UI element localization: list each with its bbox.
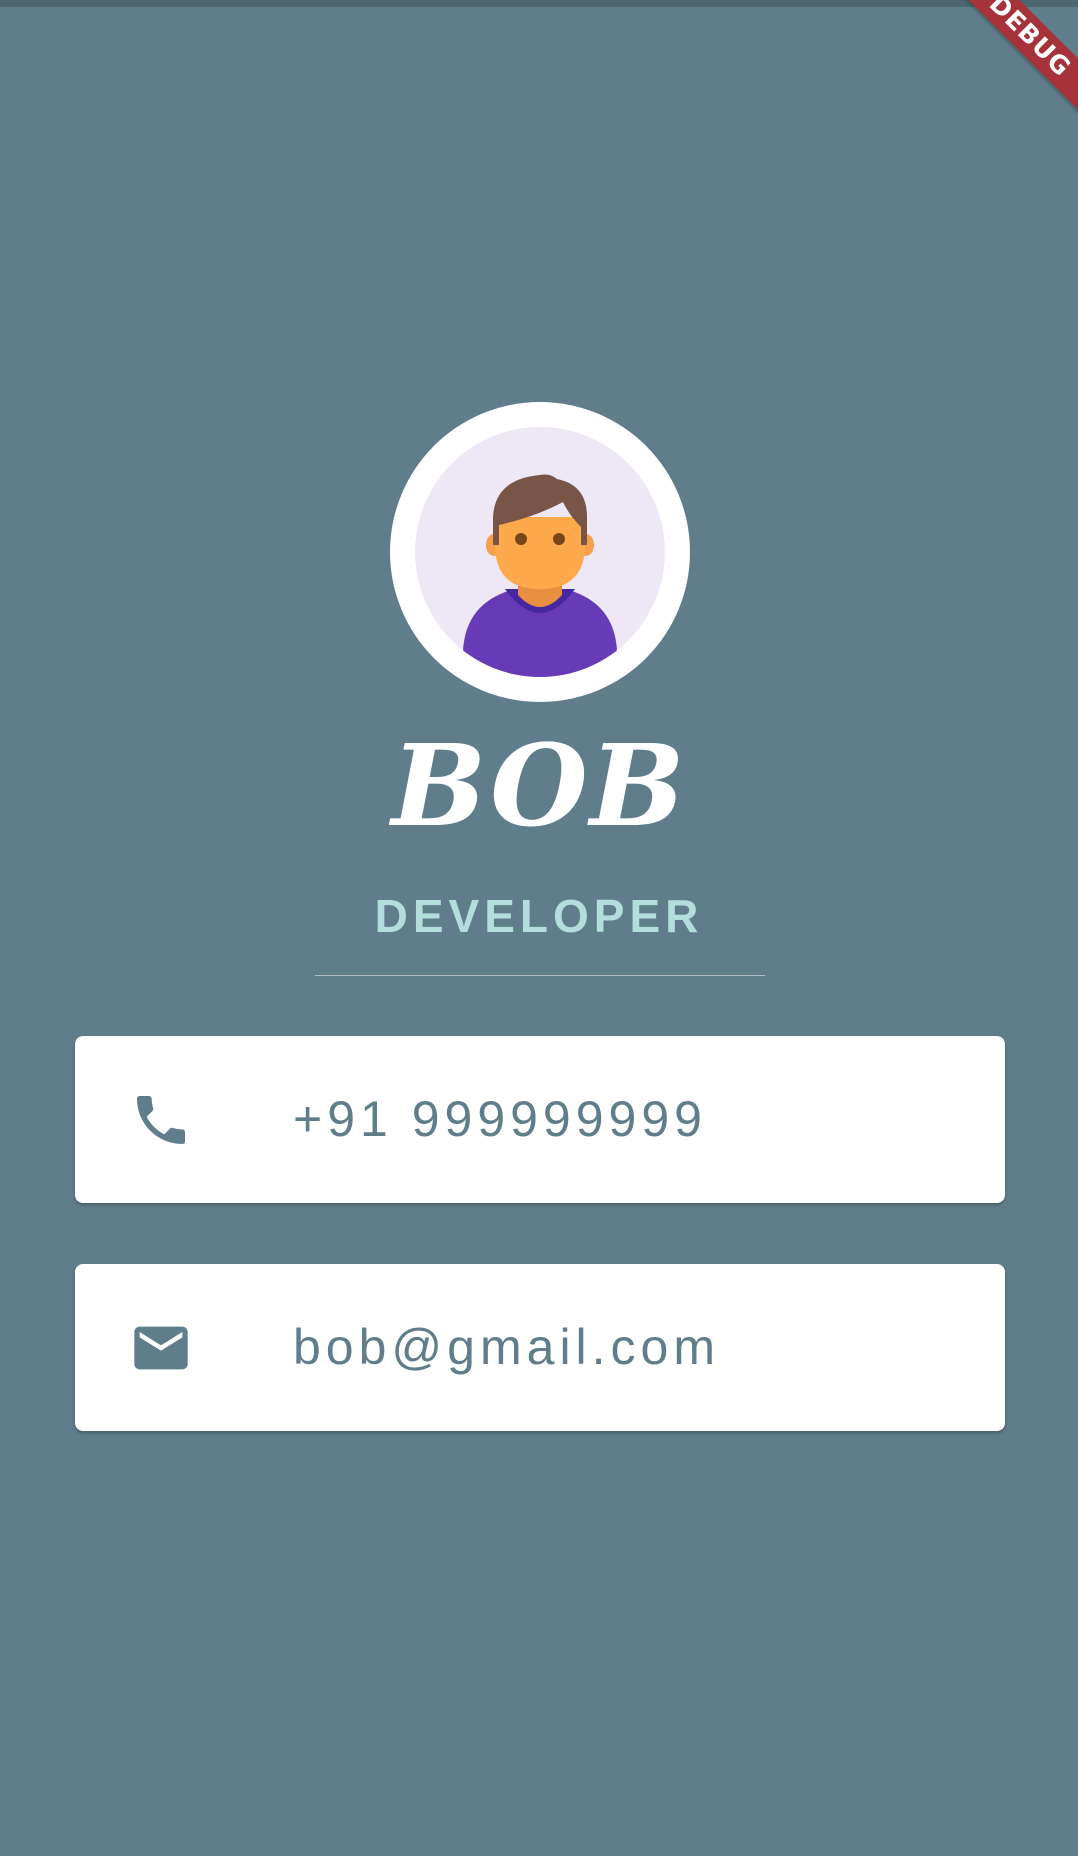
email-address: bob@gmail.com [293, 1319, 721, 1375]
profile-name: BOB [391, 721, 687, 852]
divider [315, 975, 765, 976]
debug-banner-label: DEBUG [958, 0, 1078, 120]
avatar [390, 402, 690, 702]
debug-banner: DEBUG [958, 0, 1078, 120]
profile-title: DEVELOPER [374, 890, 704, 942]
phone-card[interactable]: +91 999999999 [75, 1036, 1005, 1203]
email-card[interactable]: bob@gmail.com [75, 1264, 1005, 1431]
status-bar [0, 0, 1078, 7]
phone-number: +91 999999999 [293, 1091, 707, 1147]
phone-icon [137, 1096, 185, 1144]
user-avatar-icon [415, 427, 665, 677]
mail-icon [134, 1326, 188, 1370]
